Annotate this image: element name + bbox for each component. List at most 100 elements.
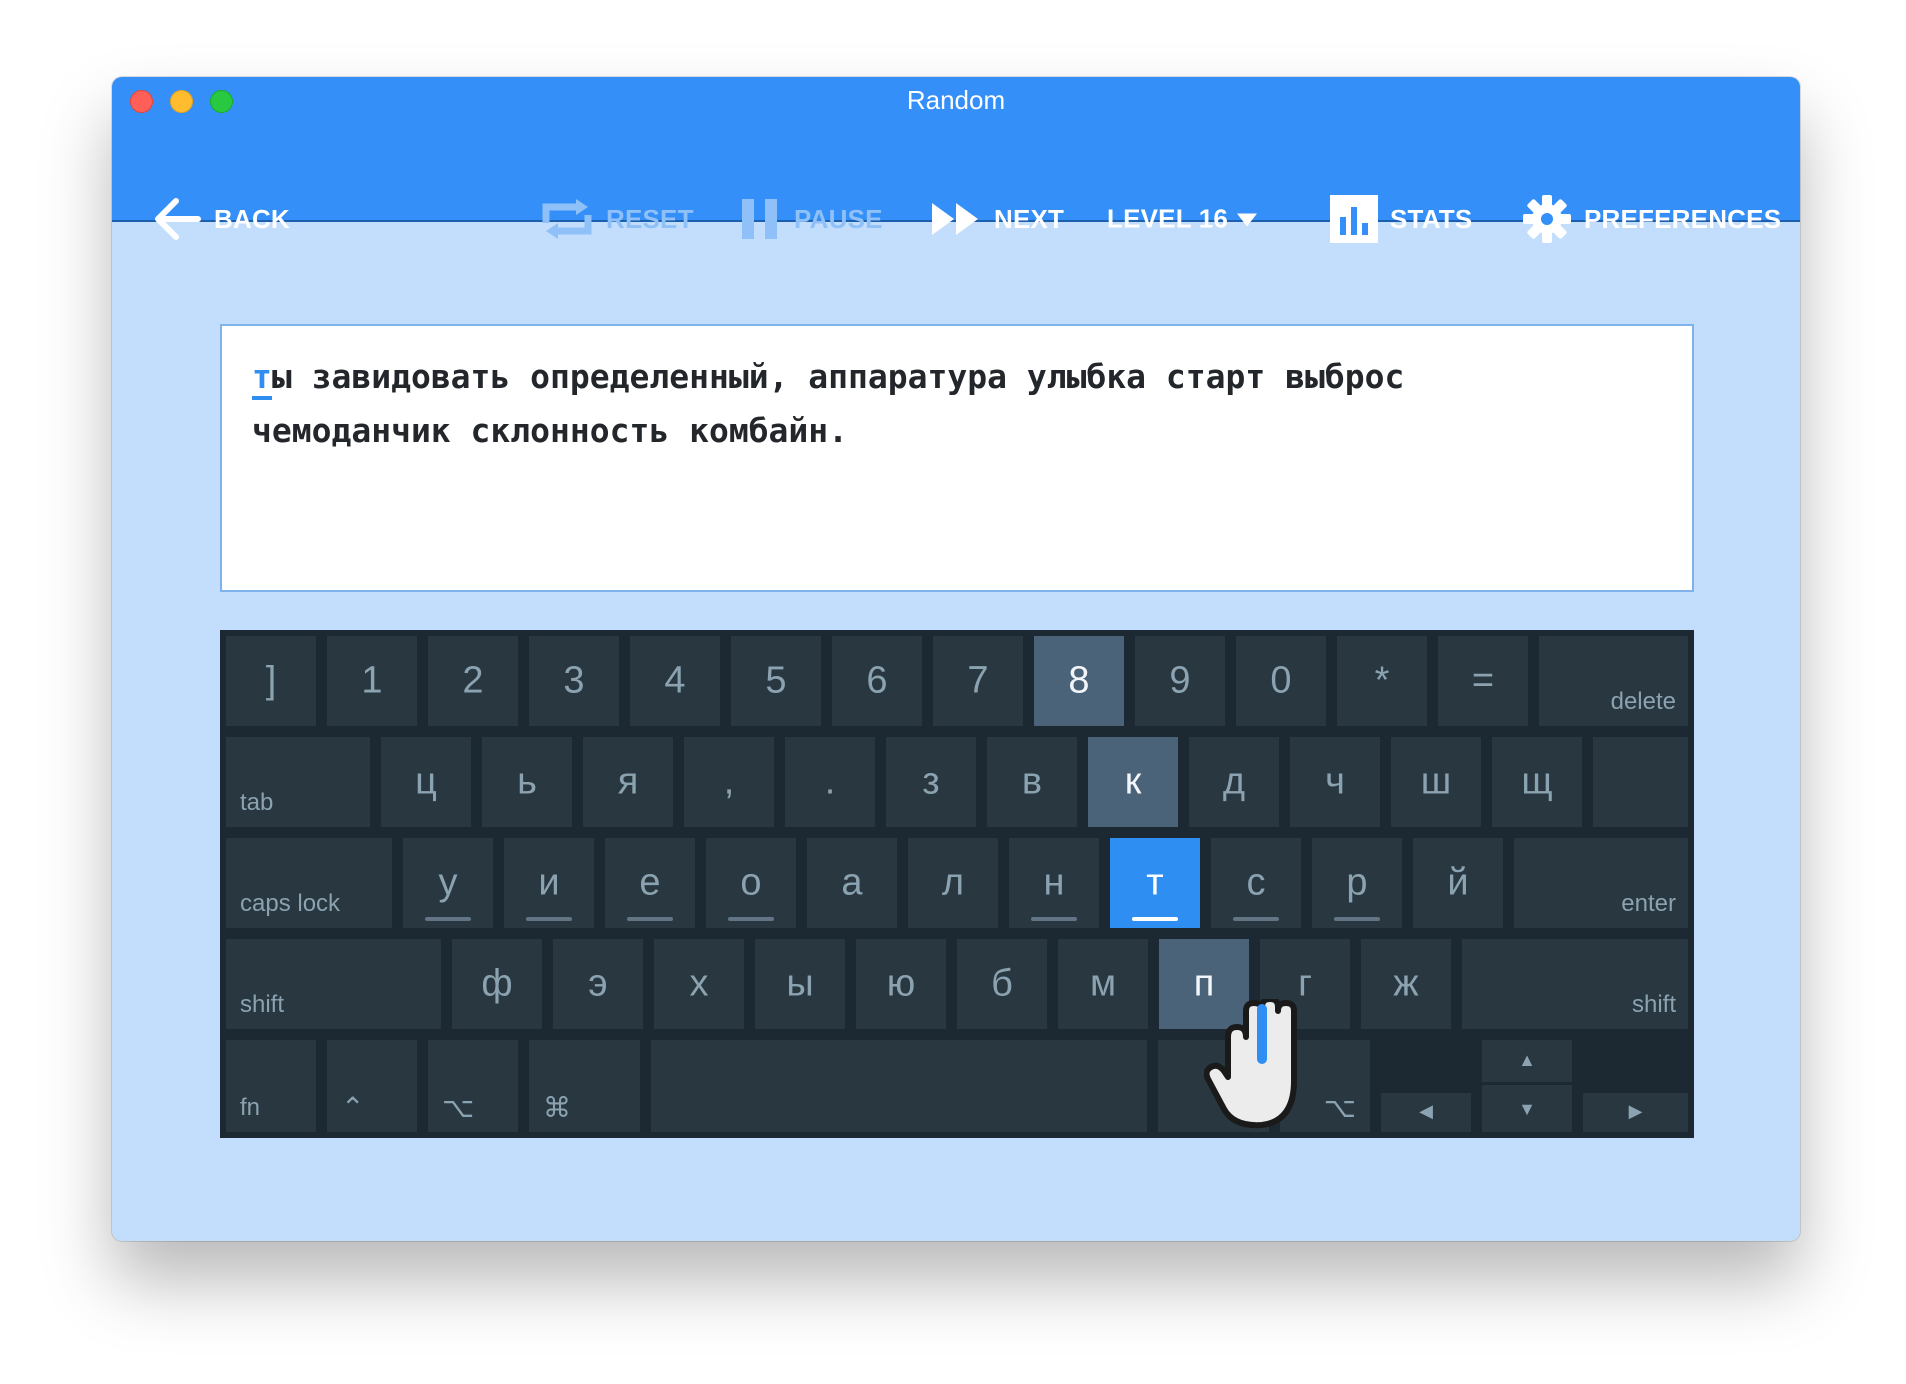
key-delete[interactable]: delete [1539, 636, 1688, 726]
key-label: у [438, 861, 458, 904]
level-dropdown[interactable]: LEVEL 16 [1107, 204, 1258, 235]
key-label: caps lock [240, 890, 341, 917]
key-3[interactable]: 3 [529, 636, 619, 726]
key-п[interactable]: п [1159, 939, 1249, 1029]
key-7[interactable]: 7 [933, 636, 1023, 726]
key-fn[interactable]: fn [226, 1040, 316, 1132]
next-button[interactable]: NEXT [930, 201, 1064, 237]
key-label: я [617, 760, 639, 803]
key-ь[interactable]: ь [482, 737, 572, 827]
stats-button[interactable]: STATS [1330, 195, 1472, 243]
key-и[interactable]: и [504, 838, 594, 928]
key-д[interactable]: д [1189, 737, 1279, 827]
key-enter[interactable]: enter [1514, 838, 1688, 928]
key-ф[interactable]: ф [452, 939, 542, 1029]
key-shift-right[interactable]: shift [1462, 939, 1688, 1029]
key-8[interactable]: 8 [1034, 636, 1124, 726]
home-row-marker [728, 917, 774, 921]
key-а[interactable]: а [807, 838, 897, 928]
fast-forward-icon [932, 203, 978, 235]
key-у[interactable]: у [403, 838, 493, 928]
key-equals[interactable]: = [1438, 636, 1528, 726]
key-т[interactable]: т [1110, 838, 1200, 928]
key-label: ш [1420, 760, 1452, 803]
home-row-marker [1031, 917, 1077, 921]
key-control[interactable]: ⌃ [327, 1040, 417, 1132]
gear-icon [1523, 195, 1571, 243]
key-2[interactable]: 2 [428, 636, 518, 726]
key-bracket[interactable]: ] [226, 636, 316, 726]
app-window: Random BACK RESET PAUSE NEXT LEVEL 16 ST… [112, 77, 1800, 1241]
key-ц[interactable]: ц [381, 737, 471, 827]
key-е[interactable]: е [605, 838, 695, 928]
key-arrow-left[interactable]: ◀ [1381, 1093, 1471, 1132]
key-tab[interactable]: tab [226, 737, 370, 827]
key-label: о [740, 861, 762, 904]
key-label: г [1298, 962, 1312, 1005]
key-option-right[interactable]: ⌥ [1280, 1040, 1370, 1132]
key-г[interactable]: г [1260, 939, 1350, 1029]
key-м[interactable]: м [1058, 939, 1148, 1029]
key-label: е [639, 861, 661, 904]
key-backslash[interactable] [1593, 737, 1688, 827]
key-й[interactable]: й [1413, 838, 1503, 928]
key-р[interactable]: р [1312, 838, 1402, 928]
key-label: shift [1631, 991, 1676, 1018]
key-н[interactable]: н [1009, 838, 1099, 928]
key-э[interactable]: э [553, 939, 643, 1029]
key-з[interactable]: з [886, 737, 976, 827]
key-4[interactable]: 4 [630, 636, 720, 726]
key-label: * [1374, 659, 1390, 702]
pause-button[interactable]: PAUSE [738, 197, 883, 241]
key-ы[interactable]: ы [755, 939, 845, 1029]
key-в[interactable]: в [987, 737, 1077, 827]
key-label: ж [1393, 962, 1419, 1005]
key-6[interactable]: 6 [832, 636, 922, 726]
key-asterisk[interactable]: * [1337, 636, 1427, 726]
key-label: ы [786, 962, 814, 1005]
toolbar: Random BACK RESET PAUSE NEXT LEVEL 16 ST… [112, 77, 1800, 243]
key-label: э [588, 962, 608, 1005]
key-1[interactable]: 1 [327, 636, 417, 726]
key-б[interactable]: б [957, 939, 1047, 1029]
key-arrow-up[interactable]: ▲ [1482, 1040, 1572, 1082]
reset-button[interactable]: RESET [540, 197, 694, 241]
key-command-left[interactable]: ⌘ [529, 1040, 640, 1132]
key-label: 6 [866, 659, 888, 702]
key-label: enter [1621, 890, 1676, 917]
key-ю[interactable]: ю [856, 939, 946, 1029]
key-о[interactable]: о [706, 838, 796, 928]
lesson-line-1-rest: ы завидовать определенный, аппаратура ул… [271, 357, 1405, 396]
option-icon: ⌥ [442, 1092, 475, 1123]
key-ч[interactable]: ч [1290, 737, 1380, 827]
bar-chart-icon [1330, 195, 1378, 243]
key-х[interactable]: х [654, 939, 744, 1029]
chevron-down-icon [1237, 213, 1258, 226]
key-с[interactable]: с [1211, 838, 1301, 928]
key-option-left[interactable]: ⌥ [428, 1040, 518, 1132]
home-row-marker [1233, 917, 1279, 921]
key-5[interactable]: 5 [731, 636, 821, 726]
key-ш[interactable]: ш [1391, 737, 1481, 827]
key-period[interactable]: . [785, 737, 875, 827]
key-ж[interactable]: ж [1361, 939, 1451, 1029]
key-space[interactable] [651, 1040, 1147, 1132]
key-arrow-right[interactable]: ▶ [1583, 1093, 1688, 1132]
key-я[interactable]: я [583, 737, 673, 827]
key-л[interactable]: л [908, 838, 998, 928]
key-9[interactable]: 9 [1135, 636, 1225, 726]
lesson-text-area[interactable]: ты завидовать определенный, аппаратура у… [220, 324, 1694, 592]
key-к[interactable]: к [1088, 737, 1178, 827]
key-arrow-down[interactable]: ▼ [1482, 1085, 1572, 1132]
key-label: щ [1521, 760, 1553, 803]
key-label: 4 [664, 659, 686, 702]
key-shift-left[interactable]: shift [226, 939, 441, 1029]
key-label: х [689, 962, 709, 1005]
key-command-right[interactable]: ⌘ [1158, 1040, 1269, 1132]
preferences-button[interactable]: PREFERENCES [1522, 194, 1781, 244]
key-0[interactable]: 0 [1236, 636, 1326, 726]
key-щ[interactable]: щ [1492, 737, 1582, 827]
key-comma[interactable]: , [684, 737, 774, 827]
key-caps-lock[interactable]: caps lock [226, 838, 392, 928]
back-button[interactable]: BACK [152, 197, 290, 241]
